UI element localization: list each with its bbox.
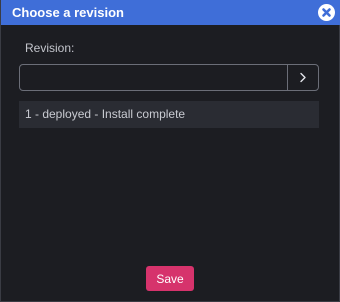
list-item[interactable]: 1 - deployed - Install complete: [19, 101, 319, 128]
close-icon[interactable]: [318, 4, 335, 21]
revision-dialog: Choose a revision Revision: 1 - deployed…: [0, 0, 340, 302]
revision-input[interactable]: [20, 65, 286, 90]
save-button[interactable]: Save: [146, 266, 194, 291]
revision-label: Revision:: [25, 41, 75, 55]
chevron-right-icon[interactable]: [287, 65, 318, 90]
dialog-title: Choose a revision: [12, 5, 124, 20]
dialog-titlebar: Choose a revision: [1, 0, 340, 25]
revision-input-group: [19, 64, 319, 91]
revision-list: 1 - deployed - Install complete: [19, 101, 319, 128]
